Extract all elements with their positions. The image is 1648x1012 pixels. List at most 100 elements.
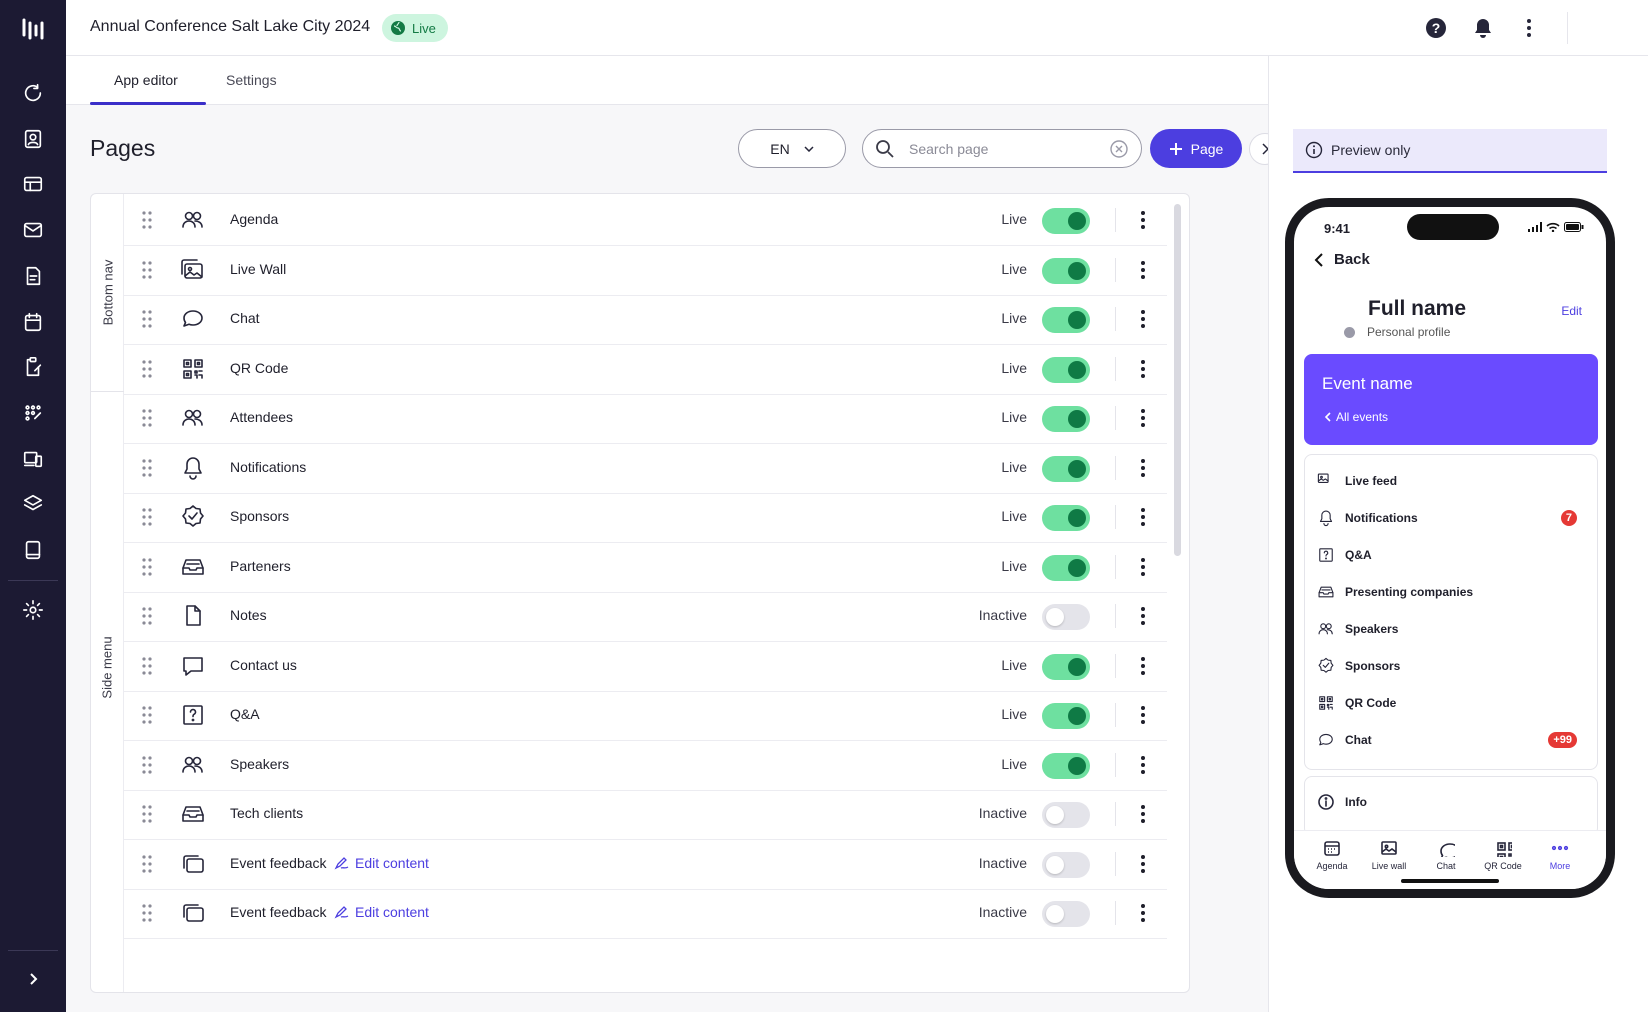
page-row[interactable]: Contact us Live	[124, 640, 1167, 692]
phone-menu-item[interactable]: Live feed	[1317, 469, 1587, 493]
tab-settings[interactable]: Settings	[226, 72, 277, 88]
phone-menu-item[interactable]: Notifications 7	[1317, 506, 1587, 530]
row-more-options-icon[interactable]	[1138, 208, 1148, 232]
search-input[interactable]	[909, 139, 1099, 159]
row-more-options-icon[interactable]	[1138, 802, 1148, 826]
page-toggle[interactable]	[1042, 653, 1090, 680]
page-toggle[interactable]	[1042, 901, 1090, 927]
drag-handle-icon[interactable]	[140, 458, 154, 478]
page-toggle[interactable]	[1042, 505, 1090, 531]
phone-menu-item[interactable]: Q&A	[1317, 543, 1587, 567]
drag-handle-icon[interactable]	[140, 260, 154, 280]
page-row[interactable]: Event feedback Edit content Inactive	[124, 887, 1167, 939]
page-toggle[interactable]	[1042, 802, 1090, 828]
calendar-icon[interactable]	[19, 308, 47, 336]
refresh-icon[interactable]	[19, 79, 47, 107]
layers-icon[interactable]	[19, 490, 47, 518]
page-row[interactable]: Sponsors Live	[124, 491, 1167, 543]
page-row[interactable]: Speakers Live	[124, 739, 1167, 791]
menu-item-info[interactable]: Info	[1317, 790, 1367, 814]
drag-handle-icon[interactable]	[140, 606, 154, 626]
page-row[interactable]: Agenda Live	[124, 194, 1167, 246]
phone-menu-item[interactable]: Chat +99	[1317, 728, 1587, 752]
page-row[interactable]: Notes Inactive	[124, 590, 1167, 642]
row-more-options-icon[interactable]	[1138, 703, 1148, 727]
phone-menu-item[interactable]: Speakers	[1317, 617, 1587, 641]
row-more-options-icon[interactable]	[1138, 456, 1148, 480]
phone-back-button[interactable]: Back	[1314, 251, 1370, 268]
add-page-button[interactable]: Page	[1150, 129, 1242, 168]
drag-handle-icon[interactable]	[140, 656, 154, 676]
drag-handle-icon[interactable]	[140, 507, 154, 527]
row-more-options-icon[interactable]	[1138, 555, 1148, 579]
page-row[interactable]: Event feedback Edit content Inactive	[124, 838, 1167, 890]
drag-handle-icon[interactable]	[140, 557, 154, 577]
page-toggle[interactable]	[1042, 703, 1090, 729]
drag-handle-icon[interactable]	[140, 408, 154, 428]
more-options-icon[interactable]	[1517, 16, 1541, 40]
phone-tab-item[interactable]: Chat	[1418, 839, 1474, 871]
page-toggle[interactable]	[1042, 208, 1090, 234]
phone-menu-item[interactable]: QR Code	[1317, 691, 1587, 715]
page-row[interactable]: Tech clients Inactive	[124, 788, 1167, 840]
page-row[interactable]: Notifications Live	[124, 442, 1167, 494]
page-toggle[interactable]	[1042, 257, 1090, 284]
row-more-options-icon[interactable]	[1138, 753, 1148, 777]
language-select[interactable]: EN	[738, 129, 846, 168]
expand-rail-icon[interactable]	[21, 967, 45, 991]
profile-edit-link[interactable]: Edit	[1561, 304, 1582, 318]
page-toggle[interactable]	[1042, 752, 1090, 779]
page-toggle[interactable]	[1042, 604, 1090, 630]
drag-handle-icon[interactable]	[140, 705, 154, 725]
tab-app-editor[interactable]: App editor	[114, 72, 178, 88]
mail-icon[interactable]	[19, 216, 47, 244]
row-more-options-icon[interactable]	[1138, 604, 1148, 628]
page-toggle[interactable]	[1042, 356, 1090, 383]
page-row[interactable]: Q&A Live	[124, 689, 1167, 741]
drag-handle-icon[interactable]	[140, 903, 154, 923]
page-row[interactable]: Chat Live	[124, 293, 1167, 345]
help-icon[interactable]: ?	[1424, 16, 1448, 40]
phone-tab-item[interactable]: QR Code	[1475, 839, 1531, 871]
bell-icon[interactable]	[1471, 16, 1495, 40]
row-more-options-icon[interactable]	[1138, 901, 1148, 925]
contact-card-icon[interactable]	[19, 125, 47, 153]
dots-grid-icon[interactable]	[19, 399, 47, 427]
gear-icon[interactable]	[19, 596, 47, 624]
page-row[interactable]: Live Wall Live	[124, 244, 1167, 296]
phone-menu-item[interactable]: Presenting companies	[1317, 580, 1587, 604]
all-events-link[interactable]: All events	[1324, 410, 1388, 424]
list-scrollbar[interactable]	[1174, 204, 1181, 556]
page-row[interactable]: QR Code Live	[124, 343, 1167, 395]
logo[interactable]	[18, 14, 48, 44]
document-icon[interactable]	[19, 262, 47, 290]
phone-menu-item[interactable]: Sponsors	[1317, 654, 1587, 678]
drag-handle-icon[interactable]	[140, 359, 154, 379]
drag-handle-icon[interactable]	[140, 854, 154, 874]
phone-tab-item[interactable]: More	[1532, 839, 1588, 871]
drag-handle-icon[interactable]	[140, 755, 154, 775]
row-more-options-icon[interactable]	[1138, 852, 1148, 876]
row-more-options-icon[interactable]	[1138, 258, 1148, 282]
phone-tab-item[interactable]: Agenda	[1304, 839, 1360, 871]
row-more-options-icon[interactable]	[1138, 307, 1148, 331]
devices-icon[interactable]	[19, 445, 47, 473]
page-toggle[interactable]	[1042, 406, 1090, 432]
page-row[interactable]: Attendees Live	[124, 392, 1167, 444]
edit-content-link[interactable]: Edit content	[334, 904, 429, 920]
clipboard-edit-icon[interactable]	[19, 353, 47, 381]
page-row[interactable]: Parteners Live	[124, 541, 1167, 593]
event-card[interactable]: Event name All events	[1304, 354, 1598, 445]
drag-handle-icon[interactable]	[140, 309, 154, 329]
drag-handle-icon[interactable]	[140, 804, 154, 824]
page-toggle[interactable]	[1042, 851, 1090, 878]
row-more-options-icon[interactable]	[1138, 654, 1148, 678]
browser-icon[interactable]	[19, 170, 47, 198]
page-toggle[interactable]	[1042, 554, 1090, 581]
phone-tab-item[interactable]: Live wall	[1361, 839, 1417, 871]
row-more-options-icon[interactable]	[1138, 505, 1148, 529]
page-toggle[interactable]	[1042, 455, 1090, 482]
page-toggle[interactable]	[1042, 307, 1090, 333]
row-more-options-icon[interactable]	[1138, 357, 1148, 381]
clear-icon[interactable]	[1109, 139, 1129, 159]
